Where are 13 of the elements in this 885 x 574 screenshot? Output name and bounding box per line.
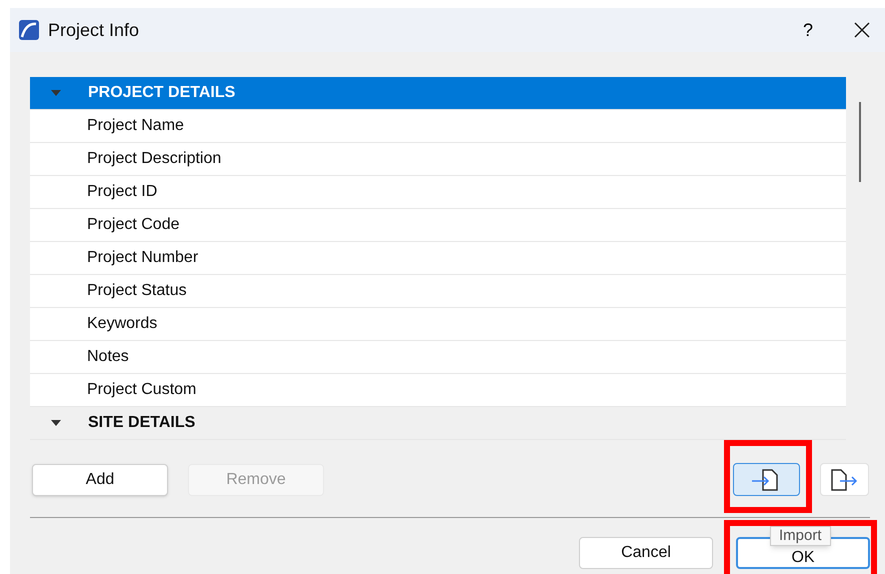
window-title: Project Info	[48, 18, 140, 42]
row-label: Project Status	[87, 281, 187, 301]
row-label: Project Custom	[87, 380, 196, 400]
row-label: Notes	[87, 347, 129, 367]
row-label: Project ID	[87, 182, 158, 202]
row-label: Keywords	[87, 314, 158, 334]
row-label: Project Code	[87, 215, 180, 235]
row-label: Project Number	[87, 248, 198, 268]
row-label: Project Name	[87, 116, 184, 136]
row-label: Project Description	[87, 149, 222, 169]
section-label: SITE DETAILS	[88, 413, 196, 433]
tooltip: Import	[770, 526, 831, 546]
section-label: PROJECT DETAILS	[88, 83, 236, 103]
